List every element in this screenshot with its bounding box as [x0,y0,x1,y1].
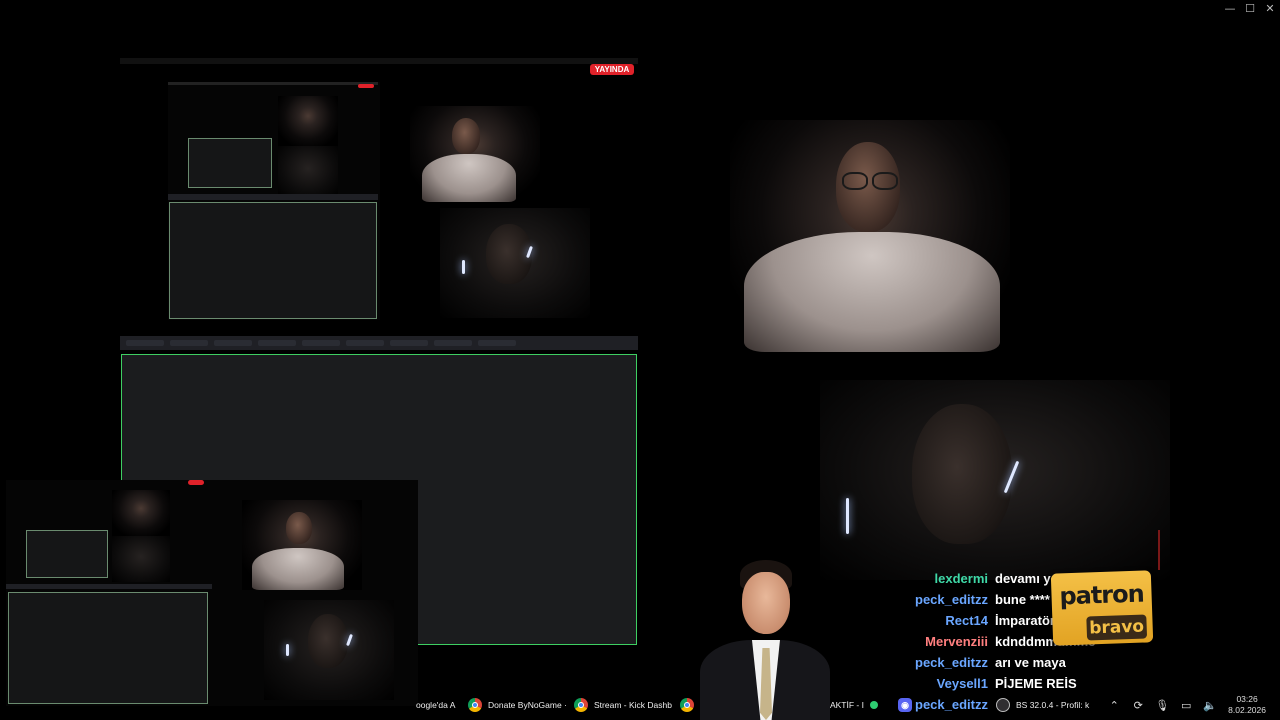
woman-shirt [744,232,1000,352]
preview-taskbar-item [302,340,340,346]
chat-text: devamı yo [995,571,1059,586]
taskbar: oogle'da A Donate ByNoGame · Stream - Ki… [0,690,1280,720]
webcam-woman [730,120,1010,352]
volume-icon[interactable]: 🔈 [1203,699,1217,712]
patron-bravo-sticker: patron bravo [1050,570,1154,646]
preview-taskbar-item [390,340,428,346]
mini-panel-large [8,592,208,704]
webcam-man [820,380,1170,580]
window-controls: — ☐ ✕ [1220,0,1280,16]
microphone-icon[interactable]: 🎙 [1155,699,1169,712]
chat-username: Veysell1 [936,676,988,691]
chat-text: PİJEME REİS [995,676,1077,691]
mini-live-badge [188,480,204,485]
mini-nested-panel-small [26,530,108,578]
suit-man-overlay [700,560,830,720]
chat-username: peck_editzz [915,592,988,607]
system-tray: ⌃ ⟳ 🎙 ▭ 🔈 03:26 8.02.2026 [1108,690,1280,720]
live-badge: YAYINDA [590,64,634,75]
chat-username: peck_editzz [915,655,988,670]
taskbar-item-label: Donate ByNoGame · [488,700,567,710]
nested-webcam-woman [278,96,338,146]
sticker-top-text: patron [1058,579,1145,611]
mini-webcam-woman [242,500,362,590]
preview-man-head [486,224,532,284]
display-icon[interactable]: ▭ [1180,699,1192,712]
preview-taskbar [120,336,638,350]
obs-icon [996,698,1010,712]
taskbar-item-label: BS 32.0.4 - Profil: k [1016,700,1090,710]
taskbar-clock[interactable]: 03:26 8.02.2026 [1228,694,1266,716]
preview-taskbar-item [126,340,164,346]
mini-man-head [308,614,348,668]
red-led-strip [1158,530,1160,570]
clock-time: 03:26 [1236,694,1258,704]
mini-webcam-man [264,600,394,700]
nested-panel-large [169,202,377,319]
chevron-up-icon[interactable]: ⌃ [1108,699,1120,712]
clock-date: 8.02.2026 [1228,705,1266,715]
taskbar-item[interactable]: ◉ [892,690,924,720]
preview-webcam-woman [410,106,540,202]
chat-text: arı ve maya [995,655,1066,670]
preview-webcam-man [440,208,590,318]
preview-taskbar-item [170,340,208,346]
preview-taskbar-item [346,340,384,346]
minimize-button[interactable]: — [1220,0,1240,16]
suit-man-face [742,572,790,634]
chrome-icon [574,698,588,712]
preview-taskbar-item [258,340,296,346]
discord-icon: ◉ [898,698,912,712]
preview-woman-head [452,118,480,154]
nested-preview-topbar [168,82,378,85]
chrome-icon [680,698,694,712]
preview-top-bar [120,58,638,64]
taskbar-item[interactable]: Donate ByNoGame · [462,690,573,720]
mini-woman-shirt [252,548,344,590]
man-head [912,404,1012,544]
neon-light-left [846,498,849,534]
chat-username: lexdermi [934,571,988,586]
mini-nested-webcam-woman [112,490,170,536]
mini-woman-head [286,512,312,544]
preview-taskbar-item [478,340,516,346]
taskbar-item[interactable]: Stream - Kick Dashb [568,690,678,720]
sticker-bottom-text: bravo [1086,614,1148,641]
chat-text: bune **** [995,592,1050,607]
woman-glasses-right [872,172,898,190]
preview-taskbar-item [434,340,472,346]
chrome-icon [468,698,482,712]
mini-neon-left [286,644,289,656]
chat-text: İmparatör [995,613,1055,628]
mini-nested-webcam-man [112,536,170,582]
mini-preview-window [6,480,418,706]
close-button[interactable]: ✕ [1260,0,1280,16]
taskbar-item[interactable]: oogle'da A [410,690,461,720]
nested-panel-small [188,138,272,188]
chat-username: Mervenziii [925,634,988,649]
nested-preview [168,82,380,320]
preview-woman-shirt [422,154,516,202]
woman-glasses-left [842,172,868,190]
chat-username: Rect14 [945,613,988,628]
sync-icon[interactable]: ⟳ [1132,699,1144,712]
status-dot-icon [869,701,878,709]
taskbar-item-label: Stream - Kick Dashb [594,700,672,710]
taskbar-item[interactable]: BS 32.0.4 - Profil: k [990,690,1095,720]
preview-neon-left [462,260,465,274]
nested-live-badge [358,84,374,88]
maximize-button[interactable]: ☐ [1240,0,1260,16]
chat-message: peck_editzz arı ve maya [880,652,1180,673]
taskbar-item-label: oogle'da A [416,700,456,710]
preview-taskbar-item [214,340,252,346]
nested-webcam-man [278,146,338,196]
nested-taskbar [168,194,378,200]
mini-taskbar [6,584,212,589]
